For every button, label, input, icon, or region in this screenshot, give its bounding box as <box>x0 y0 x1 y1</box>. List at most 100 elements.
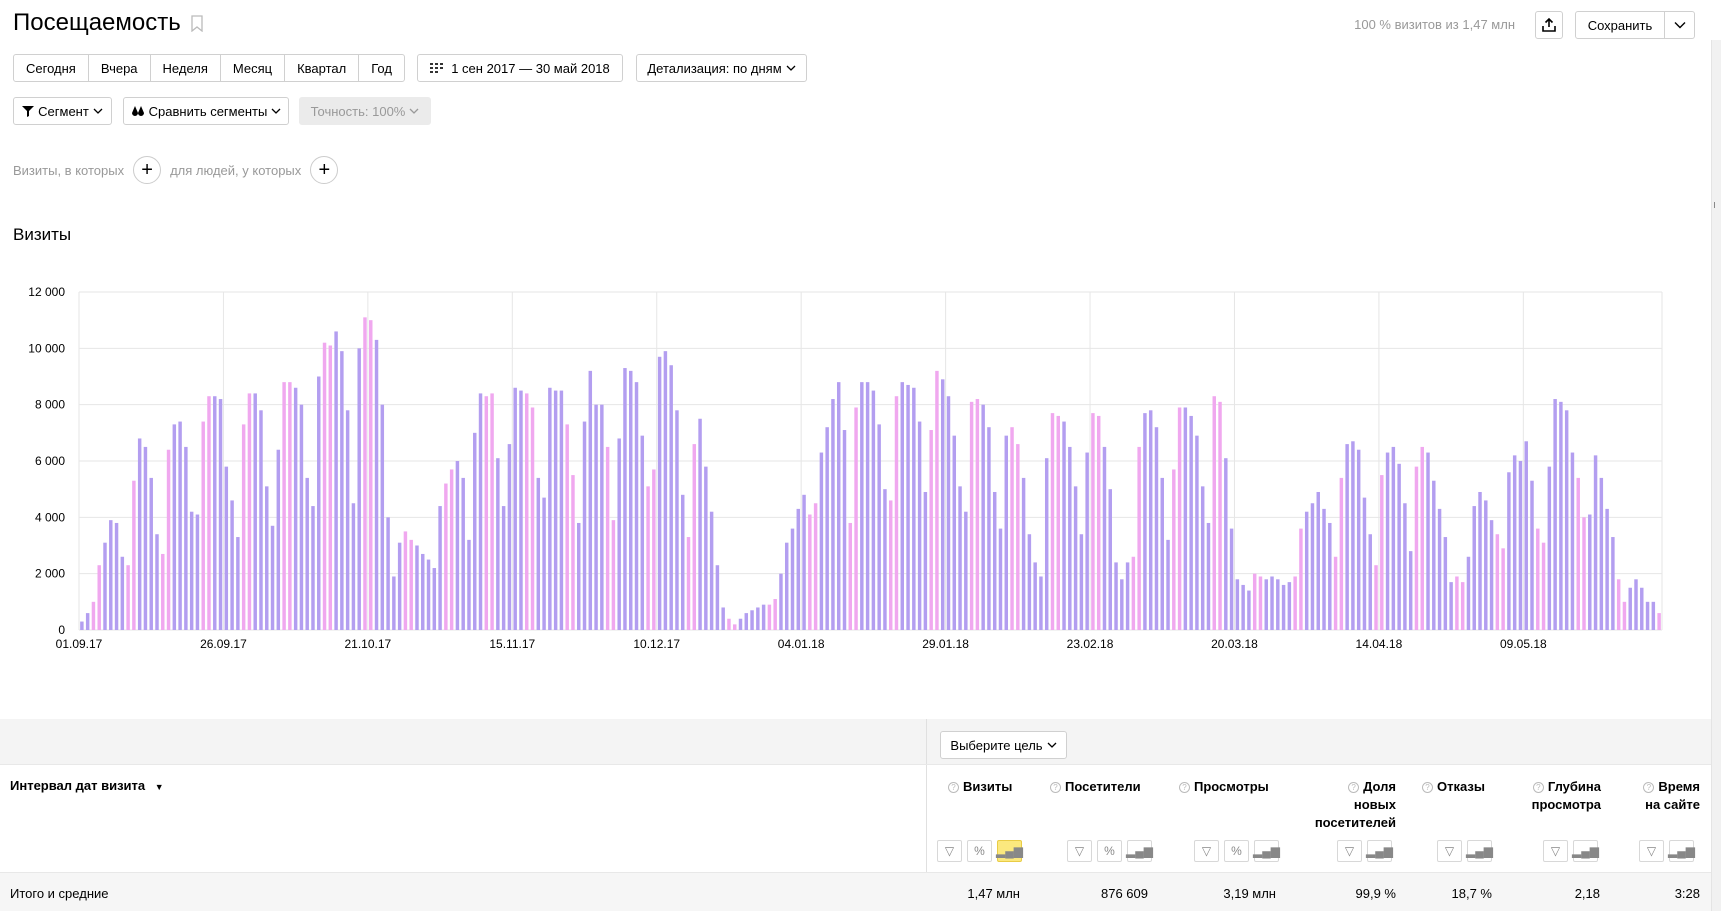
period-year-button[interactable]: Год <box>358 54 405 82</box>
chart-bar <box>1044 458 1049 630</box>
chart-bar <box>981 404 985 630</box>
chart-icon[interactable]: ▂▄▆ <box>1572 840 1599 862</box>
column-header-time[interactable]: ? Время на сайте <box>1625 778 1700 814</box>
x-tick-label: 01.09.17 <box>56 637 103 651</box>
chart-bar <box>322 342 327 630</box>
column-header-users[interactable]: ? Посетители <box>1050 778 1141 796</box>
chart-bar <box>218 399 223 630</box>
percent-icon[interactable]: % <box>967 840 992 862</box>
percent-icon[interactable]: % <box>1097 840 1122 862</box>
save-group: Сохранить <box>1575 11 1695 39</box>
save-button[interactable]: Сохранить <box>1575 11 1665 39</box>
period-month-button[interactable]: Месяц <box>219 54 286 82</box>
chart-bar <box>1518 461 1523 630</box>
chart-bar <box>207 396 211 630</box>
chart-bar <box>1414 466 1419 630</box>
compare-icon <box>131 106 144 116</box>
visits-chart: 0 2 000 4 000 6 000 8 000 10 000 12 000 01.09.1… <box>28 285 1663 651</box>
chart-bar <box>449 469 454 630</box>
chart-icon[interactable]: ▂▄▆ <box>1253 840 1280 862</box>
filter-icon[interactable]: ▽ <box>1194 840 1219 862</box>
chart-bar <box>813 503 818 630</box>
chart-bar <box>1605 508 1609 630</box>
page-title: Посещаемость <box>13 9 203 37</box>
filter-icon[interactable]: ▽ <box>937 840 962 862</box>
chart-bar <box>646 486 650 630</box>
column-header-label: Визиты <box>963 779 1013 794</box>
chart-bar <box>392 576 396 630</box>
period-selector: Сегодня Вчера Неделя Месяц Квартал Год <box>13 54 405 82</box>
help-icon[interactable]: ? <box>1050 782 1061 793</box>
period-quarter-button[interactable]: Квартал <box>284 54 360 82</box>
chart-bar <box>1148 410 1153 630</box>
column-header-new-users[interactable]: ? Доля новых посетителей <box>1306 778 1396 832</box>
chevron-down-icon <box>271 108 281 114</box>
chart-bar <box>1120 579 1124 630</box>
filter-icon[interactable]: ▽ <box>1639 840 1664 862</box>
filter-icon[interactable]: ▽ <box>1067 840 1092 862</box>
column-header-pageviews[interactable]: ? Просмотры <box>1179 778 1269 796</box>
chart-bar <box>1426 452 1430 630</box>
help-icon[interactable]: ? <box>948 782 959 793</box>
column-header-depth[interactable]: ? Глубина просмотра <box>1516 778 1601 814</box>
help-icon[interactable]: ? <box>1348 782 1360 793</box>
x-tick-label: 09.05.18 <box>1500 637 1547 651</box>
export-button[interactable] <box>1535 11 1563 39</box>
chart-bar <box>143 446 148 630</box>
chart-bar <box>1229 528 1234 630</box>
goal-select[interactable]: Выберите цель <box>940 731 1067 759</box>
chart-bar <box>1541 542 1546 630</box>
chart-bar <box>611 520 616 630</box>
chart-bar <box>172 424 177 630</box>
chart-icon[interactable]: ▂▄▆ <box>996 840 1023 862</box>
chart-bar <box>132 480 136 630</box>
chart-bar <box>501 506 506 630</box>
percent-icon[interactable]: % <box>1224 840 1249 862</box>
column-tools-visits: ▽ % ▂▄▆ <box>937 840 1023 862</box>
filter-icon[interactable]: ▽ <box>1437 840 1462 862</box>
chart-icon[interactable]: ▂▄▆ <box>1668 840 1695 862</box>
chart-bar <box>1322 508 1326 630</box>
chart-icon[interactable]: ▂▄▆ <box>1126 840 1153 862</box>
date-range-button[interactable]: 1 сен 2017 — 30 май 2018 <box>417 54 623 82</box>
add-visit-condition-button[interactable]: + <box>133 156 162 184</box>
bookmark-icon[interactable] <box>191 14 203 32</box>
segment-button[interactable]: Сегмент <box>13 97 112 125</box>
chart-bar <box>1634 579 1638 630</box>
calendar-icon <box>430 63 444 73</box>
chart-bar <box>669 365 673 630</box>
column-header-bounce[interactable]: ? Отказы <box>1422 778 1485 796</box>
accuracy-label: Точность: 100% <box>310 103 406 119</box>
filter-icon[interactable]: ▽ <box>1543 840 1568 862</box>
chart-bar <box>1368 534 1372 630</box>
filter-icon[interactable]: ▽ <box>1337 840 1362 862</box>
compare-segments-button[interactable]: Сравнить сегменты <box>123 97 289 125</box>
chart-bar <box>634 382 639 630</box>
help-icon[interactable]: ? <box>1532 782 1544 793</box>
chart-bar <box>1478 491 1482 630</box>
chart-bar <box>1351 441 1355 630</box>
add-people-condition-button[interactable]: + <box>310 156 339 184</box>
chart-icon[interactable]: ▂▄▆ <box>1366 840 1393 862</box>
period-yesterday-button[interactable]: Вчера <box>87 54 151 82</box>
chart-bar <box>1270 576 1274 630</box>
detail-select[interactable]: Детализация: по дням <box>636 54 807 82</box>
scrollbar[interactable] <box>1711 40 1721 911</box>
chart-bar <box>317 376 321 630</box>
chart-bar <box>357 348 361 630</box>
chart-bar <box>1079 534 1084 630</box>
chart-bar <box>1449 582 1453 630</box>
help-icon[interactable]: ? <box>1643 782 1655 793</box>
chart-bar <box>946 396 951 630</box>
help-icon[interactable]: ? <box>1422 782 1433 793</box>
period-week-button[interactable]: Неделя <box>149 54 221 82</box>
dimension-header[interactable]: Интервал дат визита ▼ <box>10 778 164 793</box>
accuracy-select[interactable]: Точность: 100% <box>299 97 431 125</box>
column-header-visits[interactable]: ? Визиты <box>948 778 1012 796</box>
period-today-button[interactable]: Сегодня <box>13 54 89 82</box>
save-menu-button[interactable] <box>1665 11 1695 39</box>
chart-icon[interactable]: ▂▄▆ <box>1466 840 1493 862</box>
help-icon[interactable]: ? <box>1179 782 1190 793</box>
chart-bar <box>1154 427 1159 630</box>
chart-bar <box>161 553 165 630</box>
